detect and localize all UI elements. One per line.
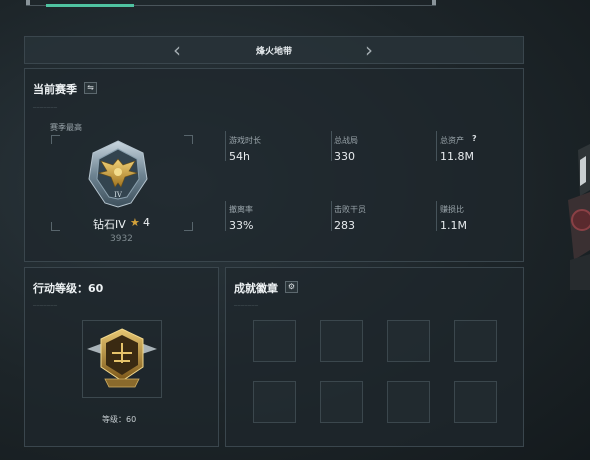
swap-icon[interactable]: ⇋ xyxy=(84,82,97,94)
stat-label: 击败干员 xyxy=(334,205,366,214)
stat-label: 赚损比 xyxy=(440,205,464,214)
action-level-badge-icon xyxy=(87,328,157,388)
stat-divider xyxy=(436,201,437,231)
badge-slot[interactable] xyxy=(387,320,430,362)
achievements-title: 成就徽章 xyxy=(234,282,278,295)
action-level-panel: 行动等级：60 ─────── 等级：60 xyxy=(24,267,219,447)
star-count: 4 xyxy=(143,216,150,229)
progress-fill xyxy=(46,4,134,7)
stat-label: 撤离率 xyxy=(229,205,253,214)
frame-corner xyxy=(184,222,193,231)
stat-value: 11.8M xyxy=(440,150,474,163)
chevron-right-icon[interactable]: › xyxy=(365,38,373,62)
top-progress-bar xyxy=(26,0,436,7)
current-season-panel: 当前赛季 ⇋ ─────── 赛季最高 IV 钻石IV ★ 4 3932 游戏时… xyxy=(24,68,524,262)
badge-slot[interactable] xyxy=(320,320,363,362)
operator-character-art xyxy=(568,144,590,290)
panel-decor-text: ─────── xyxy=(33,105,58,111)
season-title: 当前赛季 xyxy=(33,83,77,96)
diamond-rank-medal-icon: IV xyxy=(88,140,148,208)
stat-value: 1.1M xyxy=(440,219,467,232)
badge-slot[interactable] xyxy=(253,381,296,423)
badge-slot[interactable] xyxy=(320,381,363,423)
frame-corner xyxy=(51,135,60,144)
panel-decor-text: ─────── xyxy=(33,303,58,309)
stat-value: 330 xyxy=(334,150,355,163)
level-label: 等级：60 xyxy=(102,415,137,424)
stat-divider xyxy=(331,201,332,231)
mode-navigator: ‹ 烽火地带 › xyxy=(24,36,524,64)
panel-decor-text: ─────── xyxy=(234,303,259,309)
stat-label: 总资产 xyxy=(440,136,464,145)
season-highest-label: 赛季最高 xyxy=(50,123,82,132)
action-level-title: 行动等级：60 xyxy=(33,282,104,295)
badge-slot[interactable] xyxy=(253,320,296,362)
stat-divider xyxy=(331,131,332,161)
frame-corner xyxy=(184,135,193,144)
svg-text:IV: IV xyxy=(114,191,123,199)
rank-score: 3932 xyxy=(110,234,133,244)
achievement-badges-panel: 成就徽章 ⚙ ─────── xyxy=(225,267,524,447)
badge-slot[interactable] xyxy=(454,381,497,423)
badge-slot[interactable] xyxy=(387,381,430,423)
mode-title: 烽火地带 xyxy=(255,47,292,57)
rank-name: 钻石IV xyxy=(93,218,126,231)
stat-label: 游戏时长 xyxy=(229,136,261,145)
progress-cap-right xyxy=(432,0,436,5)
stat-value: 283 xyxy=(334,219,355,232)
gear-icon[interactable]: ⚙ xyxy=(285,281,298,293)
star-icon: ★ xyxy=(130,216,140,229)
stat-divider xyxy=(436,131,437,161)
stat-value: 54h xyxy=(229,150,250,163)
badge-slot[interactable] xyxy=(454,320,497,362)
stat-divider xyxy=(225,131,226,161)
stat-label: 总战局 xyxy=(334,136,358,145)
stat-divider xyxy=(225,201,226,231)
frame-corner xyxy=(51,222,60,231)
help-icon[interactable]: ? xyxy=(472,134,477,143)
stat-value: 33% xyxy=(229,219,254,232)
